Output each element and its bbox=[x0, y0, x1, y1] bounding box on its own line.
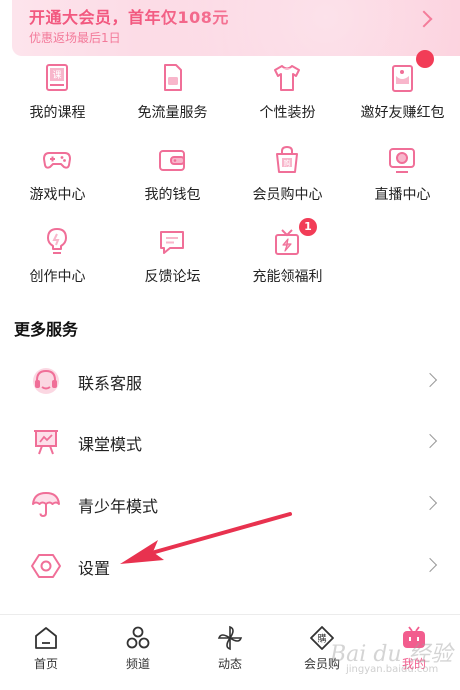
service-charge-rewards[interactable]: 1 充能领福利 bbox=[230, 218, 345, 302]
chevron-right-icon bbox=[422, 433, 438, 449]
service-feedback-forum[interactable]: 反馈论坛 bbox=[115, 222, 230, 302]
service-label: 免流量服务 bbox=[137, 105, 208, 121]
bottom-tab-bar: 首页 频道 动态 購 会员购 我的 bbox=[0, 614, 460, 690]
tab-label: 动态 bbox=[217, 657, 242, 671]
gift-icon bbox=[275, 229, 299, 255]
service-vip-shop[interactable]: 购 会员购中心 bbox=[230, 140, 345, 220]
service-label: 个性装扮 bbox=[259, 105, 316, 121]
teen-mode-row[interactable]: 青少年模式 bbox=[0, 473, 460, 535]
svg-text:購: 購 bbox=[317, 633, 326, 645]
vip-promo-banner[interactable]: 开通大会员，首年仅108元 优惠返场最后1日 bbox=[12, 0, 460, 56]
tab-label: 频道 bbox=[125, 657, 150, 671]
pinwheel-icon bbox=[217, 625, 243, 651]
notification-badge: 1 bbox=[299, 218, 317, 236]
service-costume[interactable]: 个性装扮 bbox=[230, 58, 345, 138]
feedback-icon bbox=[160, 231, 184, 254]
row-label: 课堂模式 bbox=[78, 435, 143, 454]
tab-vip-shop[interactable]: 購 会员购 bbox=[276, 615, 368, 690]
chevron-right-icon bbox=[422, 372, 438, 388]
tab-label: 我的 bbox=[401, 657, 426, 671]
contact-support-row[interactable]: 联系客服 bbox=[0, 350, 460, 412]
service-label: 我的钱包 bbox=[144, 187, 201, 203]
headset-icon bbox=[33, 368, 59, 394]
tab-dynamics[interactable]: 动态 bbox=[184, 615, 276, 690]
chevron-right-icon bbox=[415, 10, 433, 28]
svg-text:购: 购 bbox=[284, 159, 291, 168]
sim-card-icon bbox=[164, 64, 182, 91]
chevron-right-icon bbox=[422, 557, 438, 573]
service-label: 游戏中心 bbox=[29, 187, 86, 203]
service-free-data[interactable]: 免流量服务 bbox=[115, 58, 230, 138]
service-creator-center[interactable]: 创作中心 bbox=[0, 222, 115, 302]
service-label: 邀好友赚红包 bbox=[360, 105, 445, 121]
lightbulb-icon bbox=[47, 228, 67, 254]
service-wallet[interactable]: 我的钱包 bbox=[115, 140, 230, 220]
service-label: 反馈论坛 bbox=[144, 269, 201, 285]
service-invite-friends[interactable]: 邀好友赚红包 bbox=[345, 50, 460, 138]
service-live-center[interactable]: 直播中心 bbox=[345, 140, 460, 220]
umbrella-icon bbox=[32, 492, 60, 518]
invite-icon bbox=[392, 65, 413, 92]
row-label: 青少年模式 bbox=[78, 497, 159, 516]
wallet-icon bbox=[159, 150, 185, 171]
live-tv-icon bbox=[389, 148, 415, 173]
service-label: 充能领福利 bbox=[252, 269, 323, 285]
tv-icon bbox=[403, 626, 425, 648]
tshirt-icon bbox=[274, 65, 300, 91]
settings-row[interactable]: 设置 bbox=[0, 535, 460, 597]
settings-icon bbox=[31, 554, 61, 578]
classroom-icon bbox=[34, 430, 58, 455]
service-label: 会员购中心 bbox=[252, 187, 323, 203]
tab-home[interactable]: 首页 bbox=[0, 615, 92, 690]
service-label: 我的课程 bbox=[29, 105, 86, 121]
service-game-center[interactable]: 游戏中心 bbox=[0, 140, 115, 220]
channels-icon bbox=[126, 626, 150, 649]
my-page: 开通大会员，首年仅108元 优惠返场最后1日 课 我的课程 免流量服务 个性装扮… bbox=[0, 0, 460, 690]
course-icon: 课 bbox=[46, 64, 68, 91]
service-label: 直播中心 bbox=[374, 187, 431, 203]
vip-shop-icon: 購 bbox=[310, 626, 334, 650]
vip-banner-subtitle: 优惠返场最后1日 bbox=[29, 31, 121, 45]
notification-badge bbox=[416, 50, 434, 68]
chevron-right-icon bbox=[422, 495, 438, 511]
more-services-title: 更多服务 bbox=[14, 320, 79, 339]
shopping-bag-icon: 购 bbox=[276, 145, 298, 173]
gamepad-icon bbox=[43, 152, 71, 169]
tab-label: 会员购 bbox=[303, 657, 340, 671]
service-label: 创作中心 bbox=[29, 269, 86, 285]
svg-text:课: 课 bbox=[52, 70, 61, 81]
row-label: 设置 bbox=[78, 559, 111, 578]
tab-label: 首页 bbox=[33, 657, 58, 671]
classroom-mode-row[interactable]: 课堂模式 bbox=[0, 411, 460, 473]
tab-mine[interactable]: 我的 bbox=[368, 615, 460, 690]
home-icon bbox=[35, 627, 57, 649]
tab-channels[interactable]: 频道 bbox=[92, 615, 184, 690]
service-my-courses[interactable]: 课 我的课程 bbox=[0, 58, 115, 138]
vip-banner-title: 开通大会员，首年仅108元 bbox=[29, 8, 229, 27]
row-label: 联系客服 bbox=[78, 374, 143, 393]
